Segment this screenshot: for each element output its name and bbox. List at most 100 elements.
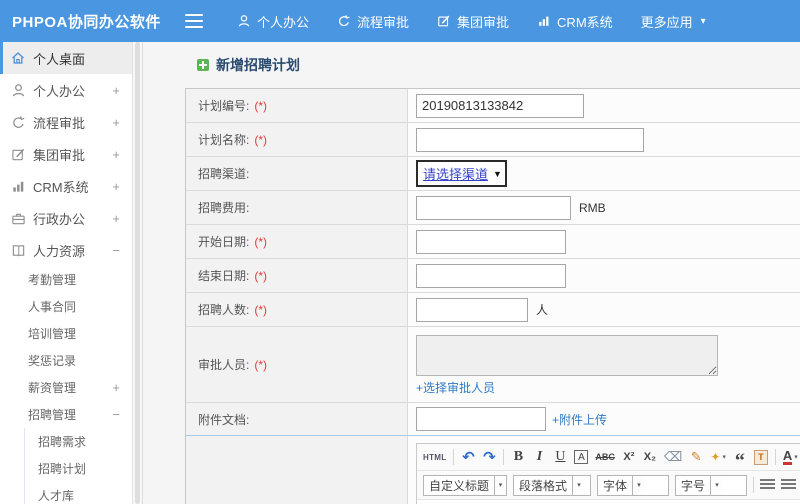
menu-toggle-icon[interactable]	[185, 14, 203, 28]
form-row-approvers: 审批人员: (*) +选择审批人员	[186, 327, 800, 403]
home-icon	[10, 50, 26, 66]
sidebar-item-label: 人事合同	[28, 300, 77, 314]
sidebar-item-training[interactable]: 培训管理	[0, 320, 132, 347]
heading-style-select[interactable]: 自定义标题 ▾	[423, 474, 507, 496]
bar-chart-icon	[537, 14, 551, 28]
sidebar-item-label: 个人办公	[33, 83, 86, 99]
sidebar-item-recruit-demand[interactable]: 招聘需求	[25, 428, 132, 455]
nav-workflow-approval[interactable]: 流程审批	[337, 12, 409, 31]
channel-select[interactable]: 请选择渠道 ▼	[416, 160, 507, 187]
attachment-input[interactable]	[416, 407, 546, 431]
expand-icon[interactable]: +	[112, 211, 120, 226]
chevron-down-icon: ▾	[700, 15, 706, 27]
approver-textarea[interactable]	[416, 335, 718, 376]
italic-icon[interactable]: I	[532, 447, 546, 467]
collapse-icon[interactable]: −	[112, 243, 120, 258]
field-label-text: 招聘费用:	[198, 201, 250, 215]
paragraph-format-select[interactable]: 段落格式 ▾	[513, 474, 591, 496]
sidebar-item-salary[interactable]: 薪资管理 +	[0, 374, 132, 401]
expand-icon[interactable]: +	[112, 115, 120, 130]
align-left-icon[interactable]	[760, 479, 775, 491]
font-size-select[interactable]: 字号 ▾	[675, 474, 747, 496]
sidebar-item-hr[interactable]: 人力资源 −	[0, 234, 132, 266]
char-border-icon[interactable]: A	[574, 450, 589, 464]
end-date-input[interactable]	[416, 263, 566, 288]
select-arrow-icon: ▾	[494, 475, 506, 495]
expand-icon[interactable]: +	[112, 380, 120, 395]
collapse-icon[interactable]: −	[112, 407, 120, 422]
undo-icon[interactable]: ↶	[461, 447, 475, 467]
bar-chart-icon	[10, 178, 26, 194]
strikethrough-icon[interactable]: ABC	[595, 447, 615, 467]
expand-icon[interactable]: +	[112, 83, 120, 98]
field-label: 计划编号: (*)	[186, 89, 408, 122]
nav-personal-office[interactable]: 个人办公	[237, 12, 309, 31]
sidebar-item-label: 招聘需求	[38, 435, 87, 449]
underline-icon[interactable]: U	[553, 447, 567, 467]
sidebar-item-label: 流程审批	[33, 115, 86, 131]
font-color-dropdown[interactable]: A ▾	[782, 447, 798, 467]
sidebar-item-desktop[interactable]: 个人桌面	[0, 42, 132, 74]
sidebar-item-talent-pool[interactable]: 人才库	[25, 482, 132, 504]
field-label-text: 计划编号:	[198, 99, 250, 113]
subscript-icon[interactable]: X₂	[643, 447, 657, 467]
scrollbar-thumb[interactable]	[135, 42, 140, 504]
sidebar-item-rewards[interactable]: 奖惩记录	[0, 347, 132, 374]
nav-label: 流程审批	[357, 14, 410, 30]
paste-text-icon[interactable]: T	[753, 449, 768, 465]
start-date-input[interactable]	[416, 229, 566, 254]
blockquote-icon[interactable]: “	[733, 447, 747, 471]
sidebar-item-personal-office[interactable]: 个人办公 +	[0, 74, 132, 106]
user-icon	[237, 14, 251, 28]
nav-more-apps[interactable]: 更多应用 ▾	[641, 12, 706, 31]
attachment-upload-link[interactable]: +附件上传	[552, 411, 607, 428]
expand-icon[interactable]: +	[112, 179, 120, 194]
field-label-text: 招聘人数:	[198, 303, 250, 317]
select-value: 段落格式	[519, 478, 568, 493]
clear-format-icon[interactable]: ⌫	[664, 447, 682, 467]
nav-group-approval[interactable]: 集团审批	[437, 12, 509, 31]
fee-input[interactable]	[416, 195, 571, 220]
sidebar-item-group-approval[interactable]: 集团审批 +	[0, 138, 132, 170]
toolbar-separator	[774, 449, 776, 465]
briefcase-icon	[10, 210, 26, 226]
app-logo[interactable]: PHPOA协同办公软件	[0, 11, 185, 32]
editor-content-area[interactable]	[417, 500, 800, 504]
plan-name-input[interactable]	[416, 127, 644, 152]
field-label: 招聘人数: (*)	[186, 293, 408, 326]
html-source-button[interactable]: HTML	[423, 447, 446, 467]
bold-icon[interactable]: B	[511, 447, 525, 467]
sidebar-item-workflow-approval[interactable]: 流程审批 +	[0, 106, 132, 138]
headcount-input[interactable]	[416, 297, 528, 322]
sidebar-item-recruit-plan[interactable]: 招聘计划	[25, 455, 132, 482]
form-row-editor: HTML ↶ ↷ B I U A ABC X² X₂ ⌫ ✎ ✦ ▾ “ T A…	[186, 435, 800, 504]
format-brush-icon[interactable]: ✎	[689, 447, 703, 467]
top-navigation: 个人办公 流程审批 集团审批 CRM系统 更多应用 ▾	[237, 12, 706, 31]
required-marker: (*)	[254, 268, 268, 283]
sidebar-item-recruitment[interactable]: 招聘管理 −	[0, 401, 132, 428]
required-marker: (*)	[254, 234, 268, 249]
toolbar-separator	[753, 477, 754, 493]
sidebar-scrollbar[interactable]	[133, 42, 143, 504]
redo-icon[interactable]: ↷	[482, 447, 496, 467]
sidebar-item-attendance[interactable]: 考勤管理	[0, 266, 132, 293]
expand-icon[interactable]: +	[112, 147, 120, 162]
sidebar-item-crm[interactable]: CRM系统 +	[0, 170, 132, 202]
align-center-icon[interactable]	[781, 479, 796, 491]
nav-label: 集团审批	[457, 14, 510, 30]
nav-crm-system[interactable]: CRM系统	[537, 12, 613, 31]
field-label: 审批人员: (*)	[186, 327, 408, 402]
paint-style-dropdown[interactable]: ✦ ▾	[710, 447, 726, 467]
plan-number-input[interactable]	[416, 93, 584, 118]
sidebar-item-hr-contracts[interactable]: 人事合同	[0, 293, 132, 320]
superscript-icon[interactable]: X²	[622, 447, 636, 467]
choose-approver-link[interactable]: +选择审批人员	[416, 379, 495, 396]
sidebar-item-label: 人力资源	[33, 243, 86, 259]
form-row-fee: 招聘费用: RMB	[186, 191, 800, 225]
select-value: 字号	[681, 478, 706, 493]
form-row-plan-number: 计划编号: (*)	[186, 89, 800, 123]
sidebar-item-admin-office[interactable]: 行政办公 +	[0, 202, 132, 234]
font-family-select[interactable]: 字体 ▾	[597, 474, 669, 496]
font-color-icon: A	[782, 447, 793, 465]
field-label-empty	[186, 436, 408, 504]
